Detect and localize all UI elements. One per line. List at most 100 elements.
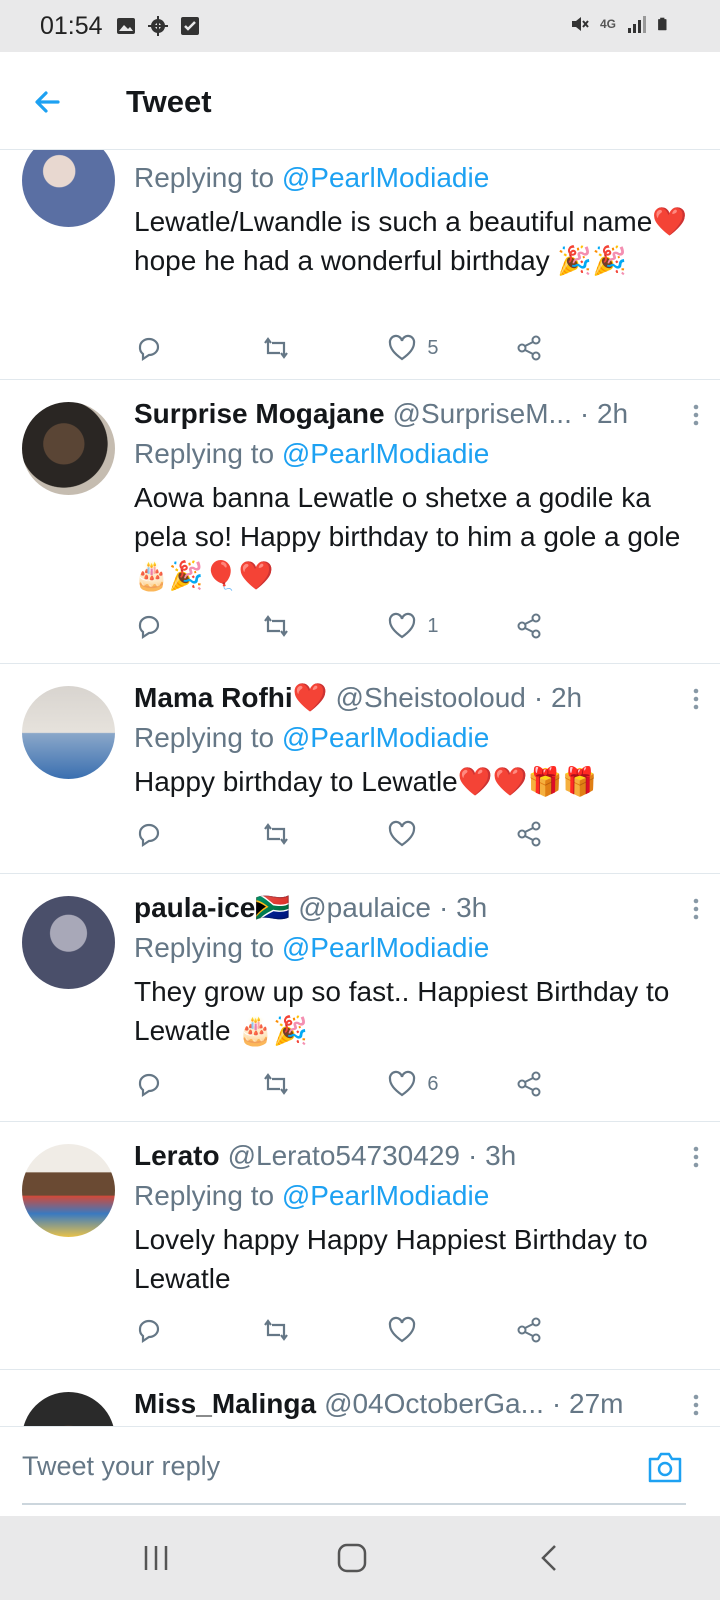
tweet-actions: [134, 814, 604, 854]
mention-link[interactable]: @PearlModiadie: [282, 438, 489, 469]
share-button[interactable]: [514, 814, 604, 854]
author-handle[interactable]: @Sheistooloud: [336, 678, 526, 718]
tweet-actions: [134, 1310, 604, 1350]
author-name[interactable]: Surprise Mogajane: [134, 394, 385, 434]
more-options-icon[interactable]: [686, 1142, 706, 1172]
avatar[interactable]: [22, 686, 115, 779]
replying-prefix: Replying to: [134, 438, 275, 469]
more-options-icon[interactable]: [686, 894, 706, 924]
author-name[interactable]: Miss_Malinga: [134, 1384, 316, 1424]
author-name[interactable]: Mama Rofhi❤️: [134, 678, 328, 718]
reply-button[interactable]: [134, 1310, 224, 1350]
like-button[interactable]: 6: [387, 1064, 477, 1104]
share-icon: [517, 335, 541, 361]
mention-link[interactable]: @PearlModiadie: [282, 932, 489, 963]
avatar[interactable]: [22, 896, 115, 989]
image-icon: [117, 18, 135, 34]
share-button[interactable]: [514, 1310, 604, 1350]
share-button[interactable]: [514, 606, 604, 646]
app-header: Tweet: [0, 52, 720, 150]
avatar[interactable]: [22, 1392, 115, 1426]
retweet-icon: [263, 1319, 288, 1341]
feed-content: Replying to @PearlModiadie Lewatle/Lwand…: [0, 150, 720, 1426]
reply-button[interactable]: [134, 814, 224, 854]
tweet-time: · 2h: [533, 682, 583, 713]
tweet-item[interactable]: paula-ice🇿🇦 @paulaice · 3h Replying to @…: [0, 874, 720, 1122]
reply-icon: [138, 337, 160, 362]
reply-icon: [138, 823, 160, 848]
retweet-button[interactable]: [261, 606, 351, 646]
share-button[interactable]: [514, 328, 604, 368]
retweet-icon: [263, 615, 288, 637]
replying-to: Replying to @PearlModiadie: [134, 718, 696, 758]
retweet-button[interactable]: [261, 814, 351, 854]
back-icon[interactable]: [530, 1538, 570, 1578]
reply-feed[interactable]: Replying to @PearlModiadie Lewatle/Lwand…: [0, 150, 720, 1426]
tweet-time: · 27m: [551, 1388, 624, 1419]
like-button[interactable]: [387, 814, 477, 854]
like-count: 1: [427, 614, 439, 637]
tweet-body: Happy birthday to Lewatle❤️❤️🎁🎁: [134, 766, 598, 797]
more-options-icon[interactable]: [686, 684, 706, 714]
recents-icon[interactable]: [136, 1538, 176, 1578]
retweet-button[interactable]: [261, 1064, 351, 1104]
tweet-item[interactable]: Lerato @Lerato54730429 · 3h Replying to …: [0, 1122, 720, 1370]
heart-icon: [389, 1316, 416, 1343]
retweet-button[interactable]: [261, 1310, 351, 1350]
author-handle[interactable]: @04OctoberGa...: [324, 1384, 544, 1424]
author-handle[interactable]: @SurpriseM...: [393, 394, 572, 434]
share-button[interactable]: [514, 1064, 604, 1104]
status-bar: 01:54 4G: [0, 0, 720, 52]
heart-icon: [389, 820, 416, 847]
gear-icon: [148, 16, 168, 36]
replying-prefix: Replying to: [134, 162, 275, 193]
mention-link[interactable]: @PearlModiadie: [282, 722, 489, 753]
replying-to: Replying to @PearlModiadie: [134, 1176, 696, 1216]
reply-icon: [138, 615, 160, 640]
tweet-item[interactable]: Miss_Malinga @04OctoberGa... · 27m: [0, 1370, 720, 1426]
author-name[interactable]: Lerato: [134, 1136, 220, 1176]
tweet-item[interactable]: Mama Rofhi❤️ @Sheistooloud · 2h Replying…: [0, 664, 720, 874]
status-time: 01:54: [40, 12, 103, 40]
retweet-icon: [263, 823, 288, 845]
back-arrow-icon[interactable]: [28, 82, 68, 122]
more-options-icon[interactable]: [686, 400, 706, 430]
avatar[interactable]: [22, 1144, 115, 1237]
reply-icon: [138, 1319, 160, 1344]
reply-icon: [138, 1073, 160, 1098]
like-button[interactable]: 1: [387, 606, 477, 646]
more-options-icon[interactable]: [686, 1390, 706, 1420]
author-name[interactable]: paula-ice🇿🇦: [134, 888, 290, 928]
tweet-meta: Mama Rofhi❤️ @Sheistooloud · 2h: [134, 678, 696, 718]
author-handle[interactable]: @Lerato54730429: [228, 1136, 460, 1176]
like-button[interactable]: [387, 1310, 477, 1350]
avatar[interactable]: [22, 150, 115, 227]
network-4g-icon: 4G: [599, 17, 616, 31]
tweet-item[interactable]: Surprise Mogajane @SurpriseM... · 2h Rep…: [0, 380, 720, 664]
system-nav-bar: [0, 1516, 720, 1600]
reply-button[interactable]: [134, 606, 224, 646]
retweet-button[interactable]: [261, 328, 351, 368]
heart-icon: [389, 1070, 416, 1097]
reply-input[interactable]: Tweet your reply: [22, 1451, 220, 1482]
mention-link[interactable]: @PearlModiadie: [282, 1180, 489, 1211]
like-count: 5: [427, 336, 439, 359]
replying-to: Replying to @PearlModiadie: [134, 158, 696, 198]
tweet-item[interactable]: Replying to @PearlModiadie Lewatle/Lwand…: [0, 150, 720, 380]
reply-button[interactable]: [134, 328, 224, 368]
signal-icon: [628, 16, 646, 33]
tweet-actions: 5: [134, 328, 604, 368]
home-icon[interactable]: [332, 1538, 372, 1578]
reply-button[interactable]: [134, 1064, 224, 1104]
reply-input-underline: [22, 1503, 686, 1505]
camera-icon[interactable]: [646, 1449, 684, 1485]
replying-prefix: Replying to: [134, 722, 275, 753]
mention-link[interactable]: @PearlModiadie: [282, 162, 489, 193]
author-handle[interactable]: @paulaice: [298, 888, 431, 928]
status-left-icons: [116, 16, 200, 36]
heart-icon: [389, 612, 416, 639]
like-button[interactable]: 5: [387, 328, 477, 368]
tweet-body: They grow up so fast.. Happiest Birthday…: [134, 976, 670, 1046]
avatar[interactable]: [22, 402, 115, 495]
share-icon: [517, 821, 541, 847]
